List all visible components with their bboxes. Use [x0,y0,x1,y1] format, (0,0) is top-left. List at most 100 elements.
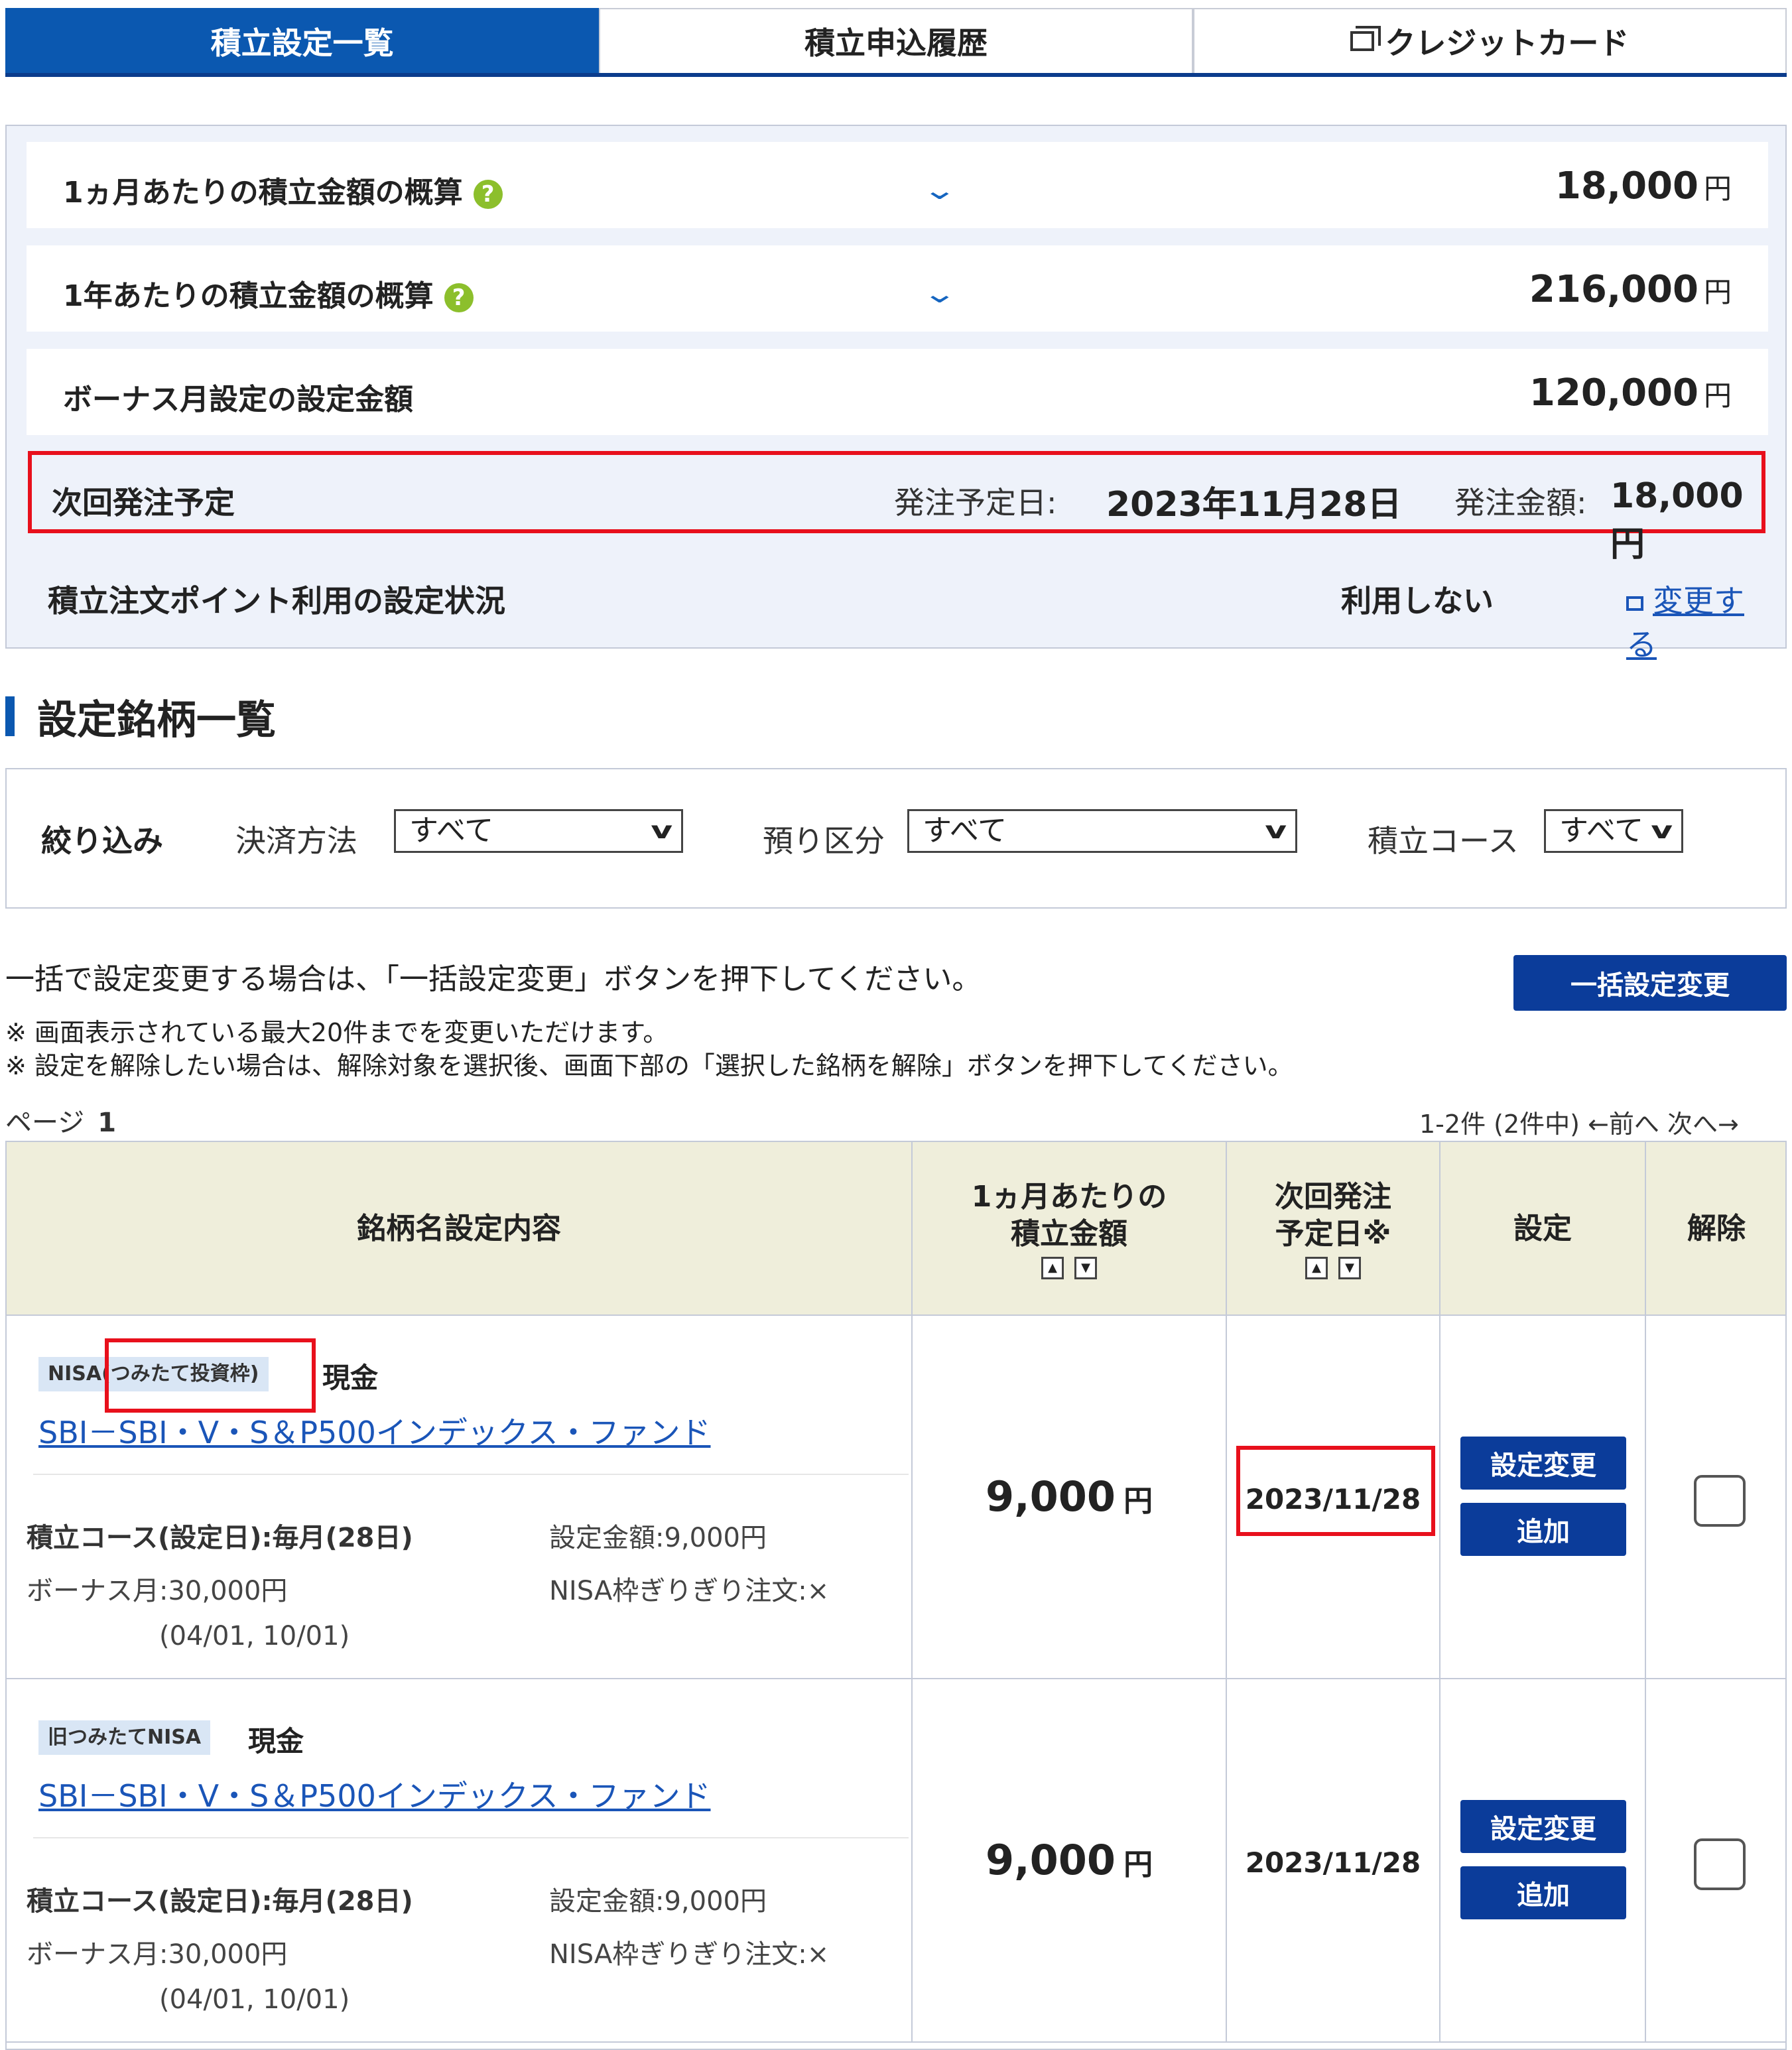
monthly-estimate-row[interactable]: 1ヵ月あたりの積立金額の概算? ⌄ 18,000 円 [27,142,1768,228]
help-icon[interactable]: ? [444,283,474,312]
summary-panel: 1ヵ月あたりの積立金額の概算? ⌄ 18,000 円 1年あたりの積立金額の概算?… [5,125,1787,649]
highlight-box [105,1338,316,1413]
fund-name-link[interactable]: SBI－SBI・V・S＆P500インデックス・ファンド [38,1409,710,1452]
tab-credit-card[interactable]: クレジットカード [1192,8,1787,73]
select-value: すべて [409,814,494,848]
currency-unit: 円 [1123,1848,1153,1882]
change-setting-button[interactable]: 設定変更 [1460,1437,1626,1490]
filter-title: 絞り込み [41,823,163,859]
highlight-box [1236,1446,1435,1536]
select-value: すべて [1559,814,1644,848]
table-row: NISA(つみたて投資枠) 現金 SBI－SBI・V・S＆P500インデックス・… [7,1316,1785,1679]
bonus-dates: (04/01, 10/01) [159,1984,350,2015]
header-fund-name: 銘柄名設定内容 [7,1142,913,1316]
course-setting: 積立コース(設定日):毎月(28日) [27,1886,413,1917]
tab-application-history[interactable]: 積立申込履歴 [599,8,1193,73]
header-label: 解除 [1687,1212,1746,1246]
header-monthly-amount: 1ヵ月あたりの 積立金額 ▲ ▼ [913,1142,1227,1316]
filter-panel: 絞り込み 決済方法 すべて v 預り区分 すべて v 積立コース すべて v [5,768,1787,909]
course-select[interactable]: すべて v [1544,809,1683,853]
bulk-change-button[interactable]: 一括設定変更 [1513,955,1787,1011]
account-type-badge: 旧つみたてNISA [38,1720,211,1755]
header-setting: 設定 [1440,1142,1646,1316]
currency-unit: 円 [1123,1484,1153,1518]
order-amount-label: 発注金額: [1454,485,1587,521]
page-number: 1 [97,1108,117,1138]
monthly-estimate-label: 1ヵ月あたりの積立金額の概算 [63,176,463,210]
tab-label: 積立申込履歴 [804,25,988,61]
nisa-limit-order: NISA枠ぎりぎり注文:× [549,1576,830,1606]
monthly-amount-cell: 9,000 円 [913,1316,1227,1679]
monthly-amount: 9,000 [985,1836,1116,1884]
tab-bar: 積立設定一覧 積立申込履歴 クレジットカード [5,8,1787,77]
header-label: 設定 [1513,1212,1572,1246]
cancel-cell [1646,1679,1787,2043]
point-usage-row: 積立注文ポイント利用の設定状況 利用しない 変更する [48,577,1746,663]
cancel-cell [1646,1316,1787,1679]
header-next-order-date: 次回発注 予定日※ ▲ ▼ [1227,1142,1440,1316]
currency-unit: 円 [1703,172,1732,205]
payment-type: 現金 [248,1725,304,1758]
change-setting-button[interactable]: 設定変更 [1460,1800,1626,1853]
select-value: すべて [923,814,1007,848]
bonus-dates: (04/01, 10/01) [159,1621,350,1651]
setting-cell: 設定変更 追加 [1440,1316,1646,1679]
add-button[interactable]: 追加 [1460,1503,1626,1556]
sort-asc-icon[interactable]: ▲ [1305,1257,1328,1279]
course-setting: 積立コース(設定日):毎月(28日) [27,1523,413,1553]
bonus-setting-value: 120,000 [1529,371,1698,415]
header-label: 次回発注 [1275,1180,1391,1214]
chevron-down-icon[interactable]: ⌄ [922,175,958,206]
chevron-down-icon[interactable]: ⌄ [922,279,958,309]
cancel-checkbox[interactable] [1694,1838,1746,1890]
chevron-down-icon: v [1650,817,1673,844]
fund-name-link[interactable]: SBI－SBI・V・S＆P500インデックス・ファンド [38,1772,710,1816]
section-marker [5,696,15,736]
monthly-estimate-value: 18,000 [1555,164,1698,208]
holdings-table: 銘柄名設定内容 1ヵ月あたりの 積立金額 ▲ ▼ 次回発注 予定日※ ▲ ▼ 設定 … [5,1141,1787,2050]
account-type-select[interactable]: すべて v [907,809,1297,853]
currency-unit: 円 [1703,276,1732,308]
order-date-label: 発注予定日: [894,485,1057,521]
nisa-limit-order: NISA枠ぎりぎり注文:× [549,1939,830,1970]
section-title: 設定銘柄一覧 [37,696,276,743]
setting-amount: 設定金額:9,000円 [549,1886,767,1917]
page-indicator: ページ 1 [5,1101,116,1139]
next-date-cell: 2023/11/28 [1227,1316,1440,1679]
bonus-setting-label: ボーナス月設定の設定金額 [63,383,413,416]
header-label: 積立金額 [1011,1217,1127,1251]
note-cancel-instructions: ※ 設定を解除したい場合は、解除対象を選択後、画面下部の「選択した銘柄を解除」ボ… [5,1051,1293,1080]
sort-asc-icon[interactable]: ▲ [1041,1257,1064,1279]
next-order-highlight: 次回発注予定 発注予定日: 2023年11月28日 発注金額: 18,000 円 [28,451,1765,564]
section-header: 設定銘柄一覧 [5,693,276,743]
monthly-amount-cell: 9,000 円 [913,1679,1227,2043]
order-amount-value: 18,000 円 [1610,476,1744,564]
page-label: ページ [5,1108,85,1138]
order-date-value: 2023年11月28日 [1106,485,1402,525]
cancel-checkbox[interactable] [1694,1475,1746,1527]
help-icon[interactable]: ? [473,180,503,209]
chevron-down-icon: v [650,817,672,844]
header-label: 予定日※ [1275,1217,1391,1251]
pagination-nav[interactable]: 1-2件 (2件中) ←前へ 次へ→ [1419,1104,1739,1140]
bulk-change-note: 一括で設定変更する場合は、「一括設定変更」ボタンを押下してください。 [5,962,982,996]
bonus-amount: ボーナス月:30,000円 [27,1576,288,1606]
yearly-estimate-row[interactable]: 1年あたりの積立金額の概算? ⌄ 216,000 円 [27,245,1768,332]
table-row: 旧つみたてNISA 現金 SBI－SBI・V・S＆P500インデックス・ファンド… [7,1679,1785,2043]
point-usage-status: 利用しない [1341,583,1494,619]
sort-desc-icon[interactable]: ▼ [1074,1257,1097,1279]
add-button[interactable]: 追加 [1460,1866,1626,1919]
change-point-setting-link[interactable]: 変更する [1626,577,1746,665]
external-window-icon [1350,26,1381,51]
header-cancel: 解除 [1646,1142,1787,1316]
tab-settings-list[interactable]: 積立設定一覧 [5,8,600,73]
table-header: 銘柄名設定内容 1ヵ月あたりの 積立金額 ▲ ▼ 次回発注 予定日※ ▲ ▼ 設定 … [7,1142,1785,1316]
chevron-down-icon: v [1264,817,1287,844]
divider [33,1474,909,1475]
sort-desc-icon[interactable]: ▼ [1338,1257,1361,1279]
payment-method-select[interactable]: すべて v [394,809,683,853]
account-type-label: 預り区分 [763,823,885,859]
course-label: 積立コース [1368,823,1519,859]
next-order-date: 2023/11/28 [1245,1846,1421,1879]
monthly-amount: 9,000 [985,1472,1116,1521]
